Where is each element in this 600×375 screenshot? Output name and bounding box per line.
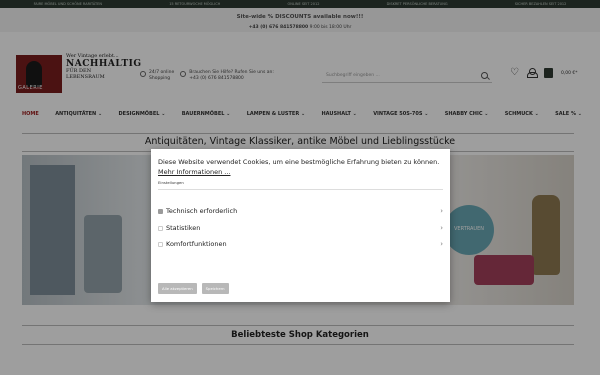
required-label: Technisch erforderlich bbox=[166, 207, 238, 215]
cookie-message: Diese Website verwendet Cookies, um eine… bbox=[158, 157, 443, 177]
cookie-buttons: Alle akzeptieren Speichern bbox=[158, 283, 229, 294]
cookie-option-comfort[interactable]: Komfortfunktionen › bbox=[158, 240, 443, 248]
settings-heading: Einstellungen bbox=[158, 180, 443, 191]
chevron-right-icon[interactable]: › bbox=[440, 240, 443, 248]
chevron-right-icon[interactable]: › bbox=[440, 207, 443, 215]
cookie-option-required[interactable]: Technisch erforderlich › bbox=[158, 207, 443, 215]
comfort-label: Komfortfunktionen bbox=[166, 240, 227, 248]
statistics-label: Statistiken bbox=[166, 224, 201, 232]
cookie-message-text: Diese Website verwendet Cookies, um eine… bbox=[158, 158, 440, 166]
cookie-option-statistics[interactable]: Statistiken › bbox=[158, 224, 443, 232]
cookie-consent-dialog: Diese Website verwendet Cookies, um eine… bbox=[151, 149, 450, 302]
required-checkbox[interactable] bbox=[158, 208, 163, 214]
statistics-checkbox[interactable] bbox=[158, 225, 163, 231]
comfort-checkbox[interactable] bbox=[158, 241, 163, 247]
accept-all-button[interactable]: Alle akzeptieren bbox=[158, 283, 197, 294]
chevron-right-icon[interactable]: › bbox=[440, 224, 443, 232]
save-button[interactable]: Speichern bbox=[201, 283, 229, 294]
more-info-link[interactable]: Mehr Informationen ... bbox=[158, 168, 230, 176]
